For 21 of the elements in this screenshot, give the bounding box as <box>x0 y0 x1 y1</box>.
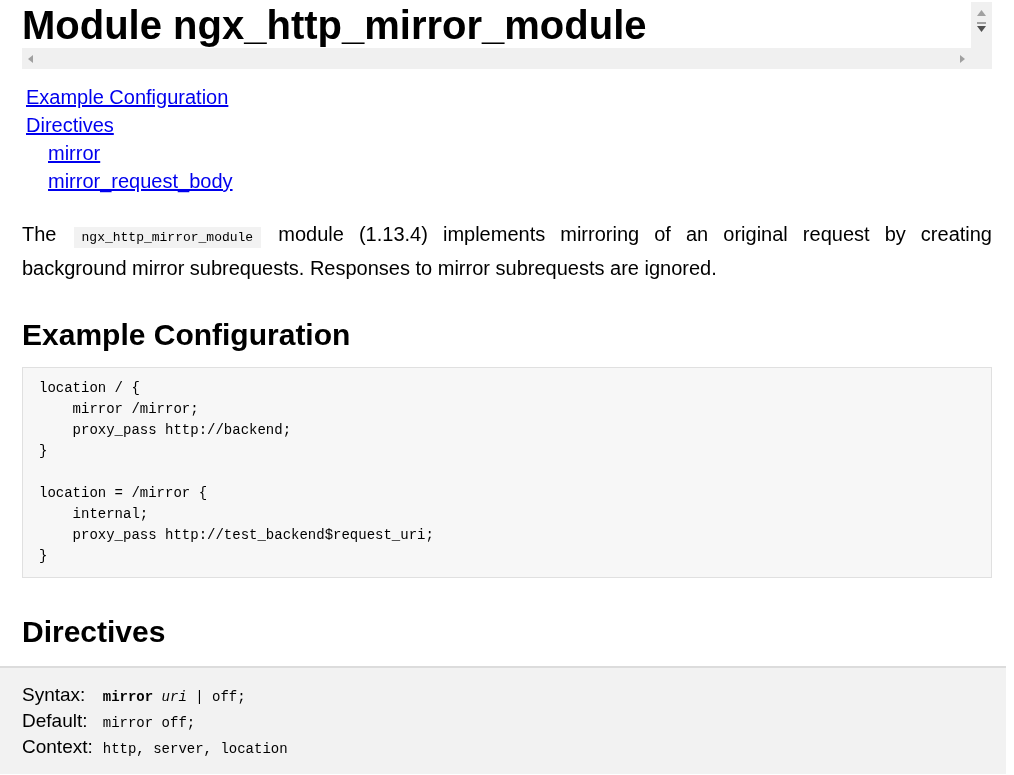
toc-link[interactable]: mirror <box>48 139 101 167</box>
directive-label: Default: <box>22 709 89 733</box>
intro-paragraph: The ngx_http_mirror_module module (1.13.4) implements mirroring of an original request by creating background mirror subrequests. Responses to mirror subrequests are ignored. <box>22 222 992 281</box>
up-arrow-icon[interactable] <box>977 10 986 16</box>
horizontal-scrollbar[interactable] <box>22 48 971 69</box>
directive-value: mirror off; <box>102 714 196 733</box>
code-block: location / { mirror /mirror; proxy_pass http://backend; } location = /mirror { internal; proxy_pass http://test_backend$request_uri; } <box>22 367 992 578</box>
directive-label: Context: <box>22 735 93 759</box>
section-heading: Directives <box>22 614 167 650</box>
directive-label: Syntax: <box>22 683 87 707</box>
left-arrow-icon[interactable] <box>28 54 33 63</box>
toc-link[interactable]: mirror_request_body <box>48 167 233 195</box>
right-arrow-icon[interactable] <box>960 54 965 63</box>
vertical-scrollbar[interactable] <box>971 2 992 69</box>
down-arrow-icon[interactable] <box>977 22 986 32</box>
page-title: Module ngx_http_mirror_module <box>22 2 648 48</box>
section-heading: Example Configuration <box>22 317 352 353</box>
directive-value: mirror uri | off; <box>102 688 246 707</box>
directive-value: http, server, location <box>102 740 288 759</box>
toc-link[interactable]: Directives <box>26 111 114 139</box>
toc-link[interactable]: Example Configuration <box>26 83 229 111</box>
